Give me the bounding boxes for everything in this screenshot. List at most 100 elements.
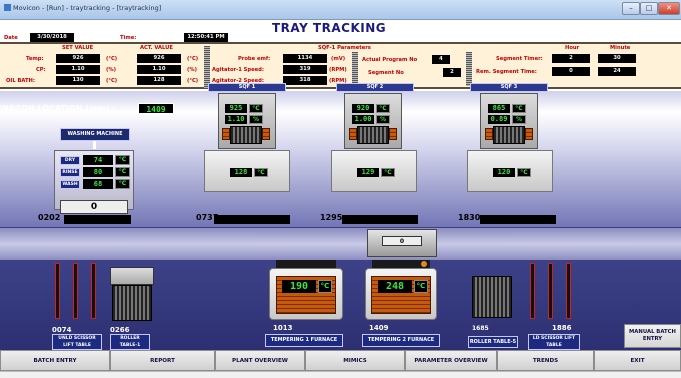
sqf3-cp-unit: % [512,115,526,124]
segment-timer-hour: 2 [552,54,590,63]
wm-dry-value: 74 [83,155,113,165]
nav-parameter-overview[interactable]: PARAMETER OVERVIEW [405,350,497,371]
sqf2-heater-right [389,128,397,140]
tempering-1-position: 1013 [273,324,293,332]
oil-bath-act-value: 128 [137,76,181,85]
sqf2-temp: 920 [352,104,374,113]
temp-set-unit: (°C) [106,56,118,62]
sqf3-tray [493,126,525,144]
act-value-header: ACT. VALUE [140,45,173,51]
wm-wash-value: 68 [83,179,113,189]
wagon-location-label: WAGON LOCATION (mm) : [0,104,116,113]
sqf1-params-header: SQF-1 Parameters [318,45,371,51]
sqf2-label[interactable]: SQF 2 [336,83,414,92]
nav-plant-overview[interactable]: PLANT OVERVIEW [215,350,305,371]
divider [352,52,358,86]
sqf3-cp: 0.89 [488,115,510,124]
sqf3-heater-right [525,128,533,140]
tempering-1-label[interactable]: TEMPERING 1 FURNACE [265,334,343,347]
segment-timer-label: Segment Timer: [496,56,543,62]
sqf1-oil-temp-unit: °C [254,168,268,177]
wm-rinse-label: RINSE [60,168,80,177]
page-title: TRAY TRACKING [272,21,387,35]
tempering-2-lamp [421,261,427,267]
sqf1-label[interactable]: SQF 1 [208,83,286,92]
oil-bath-set-unit: (°C) [106,78,118,84]
roller-table-1-tray [112,285,152,321]
date-value: 3/30/2018 [30,33,74,42]
roller-table-5-position: 1685 [472,325,489,332]
manual-batch-entry-button[interactable]: MANUAL BATCH ENTRY [624,324,681,348]
oil-bath-label: OIL BATH: [6,78,35,84]
sqf3-label[interactable]: SQF 3 [470,83,548,92]
oil-bath-act-unit: (°C) [187,78,199,84]
minimize-button[interactable]: – [622,2,640,15]
wm-rinse-value: 80 [83,167,113,177]
window-title: Movicon - [Run] - traytracking - [traytr… [4,4,161,12]
roller-table-5-label[interactable]: ROLLER TABLE-5 [468,336,518,348]
sqf1-cp-unit: % [249,115,263,124]
sqf1-heater-left [222,128,230,140]
sqf1-position-bar [214,215,290,224]
sqf1-tray [230,126,262,144]
temp-label: Temp: [26,56,44,62]
nav-trends[interactable]: TRENDS [497,350,594,371]
cp-act-unit: (%) [187,67,197,73]
roller-table-1-label[interactable]: ROLLER TABLE-1 [110,334,150,350]
rem-segment-hour: 0 [552,67,590,76]
probe-emf-unit: (mV) [331,56,346,62]
unld-scissor-rack-right [91,263,96,319]
window-title-text: Movicon - [Run] - traytracking - [traytr… [13,4,162,12]
sqf3-heater-left [485,128,493,140]
sqf2-cp: 1.00 [352,115,374,124]
nav-report[interactable]: REPORT [110,350,215,371]
nav-exit[interactable]: EXIT [594,350,681,371]
tempering-1-unit: °C [318,280,332,293]
actual-program-label: Actual Program No [362,57,418,63]
tempering-2-temp: 248 [378,280,412,293]
wagon-location-value: 1409 [138,103,174,114]
cp-set-unit: (%) [106,67,116,73]
agitator1-value: 319 [283,65,327,74]
temp-act-value: 926 [137,54,181,63]
tempering-2-unit: °C [414,280,428,293]
divider [466,52,472,86]
segment-no-label: Segment No [368,70,404,76]
ld-scissor-rack-left [530,263,535,319]
app-icon [4,4,11,11]
segment-no-value: 2 [443,68,461,77]
date-label: Date [4,35,18,41]
sqf3-temp-unit: °C [512,104,526,113]
unld-scissor-label[interactable]: UNLD SCISSOR LIFT TABLE [52,334,102,350]
maximize-button[interactable]: □ [640,2,658,15]
status-bar [0,371,681,378]
tempering-2-position: 1409 [369,324,389,332]
wm-dry-unit: °C [115,155,130,165]
nav-mimics[interactable]: MIMICS [305,350,405,371]
nav-batch-entry[interactable]: BATCH ENTRY [0,350,110,371]
oil-bath-set-value: 130 [56,76,100,85]
ld-scissor-rack-right [566,263,571,319]
sqf1-cp: 1.10 [225,115,247,124]
washing-machine-label[interactable]: WASHING MACHINE [60,128,130,141]
agitator1-label: Agitator-1 Speed: [212,67,264,73]
ld-scissor-label[interactable]: LD SCISSOR LIFT TABLE [528,334,580,350]
cp-act-value: 1.10 [137,65,181,74]
sqf2-position: 1295 [320,213,343,222]
cp-label: CP: [36,67,46,73]
time-label: Time: [120,35,137,41]
sqf2-heater-left [349,128,357,140]
close-button[interactable]: ✕ [658,2,680,15]
ld-scissor-position: 1886 [552,324,572,332]
sqf2-tray [357,126,389,144]
temp-act-unit: (°C) [187,56,199,62]
probe-emf-value: 1134 [283,54,327,63]
divider [204,46,210,88]
parameters-panel: SET VALUE ACT. VALUE Temp: 926 (°C) 926 … [0,42,681,89]
window-title-bar: Movicon - [Run] - traytracking - [traytr… [0,0,681,20]
tempering-2-label[interactable]: TEMPERING 2 FURNACE [362,334,440,347]
agitator2-value: 318 [283,76,327,85]
roller-table-1-top [110,267,154,285]
sqf3-oil-temp-unit: °C [517,168,531,177]
cp-set-value: 1.10 [56,65,100,74]
